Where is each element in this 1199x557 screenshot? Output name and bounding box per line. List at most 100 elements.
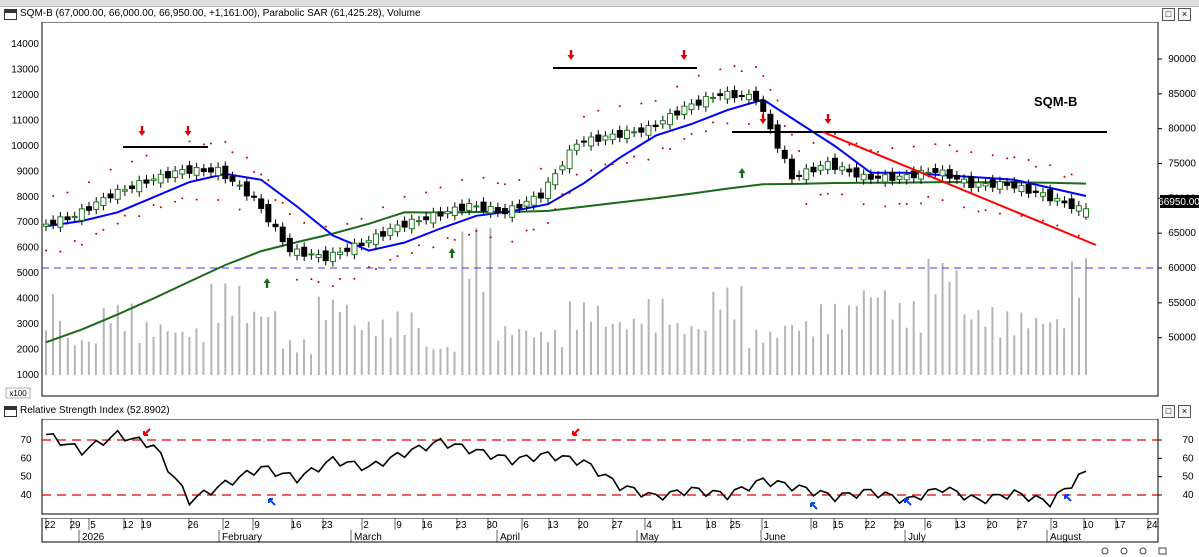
sar-dot xyxy=(676,85,679,88)
candle-body xyxy=(817,165,824,171)
candle-body xyxy=(229,176,236,182)
candle-body xyxy=(78,208,85,221)
candle-body xyxy=(702,96,709,108)
candle-body xyxy=(200,168,207,172)
restore-icon[interactable]: □ xyxy=(1162,8,1175,21)
footer-icons[interactable] xyxy=(1101,547,1167,555)
rsi-chart[interactable]: 70 60 50 40 70 60 50 40 xyxy=(0,419,1199,518)
candle-body xyxy=(774,124,781,149)
candle-body xyxy=(451,206,458,216)
rsi-tick-label-right: 50 xyxy=(1182,472,1194,483)
sar-dot xyxy=(131,160,134,163)
settings-icon xyxy=(1139,547,1147,555)
candle-body xyxy=(1068,198,1075,210)
volume-bar xyxy=(331,299,334,375)
sar-dot xyxy=(1063,175,1066,178)
price-plot-area xyxy=(41,22,1159,397)
sar-dot xyxy=(611,162,614,165)
volume-bar xyxy=(260,316,263,375)
candle-body xyxy=(932,168,939,173)
volume-bar xyxy=(1006,311,1009,375)
last-price-value: 66950.00 xyxy=(1158,197,1199,208)
candle-body xyxy=(50,219,57,225)
volume-bar xyxy=(948,282,951,375)
volume-bar xyxy=(776,337,779,375)
sar-dot xyxy=(934,143,937,146)
day-label: 22 xyxy=(44,520,56,531)
sar-dot xyxy=(776,99,779,102)
close-icon[interactable]: × xyxy=(1178,405,1191,418)
panel-window-icon[interactable] xyxy=(4,406,17,417)
candle-body xyxy=(545,181,552,200)
volume-bar xyxy=(497,340,500,375)
volume-bar xyxy=(210,283,213,375)
volume-tick-label: 3000 xyxy=(17,319,40,330)
volume-bar xyxy=(396,311,399,375)
candle-body xyxy=(831,157,838,170)
candle-body xyxy=(179,169,186,175)
candle-body xyxy=(43,223,49,227)
sar-dot xyxy=(425,191,428,194)
candle-body xyxy=(207,167,214,173)
volume-bar xyxy=(991,307,994,375)
candle-body xyxy=(602,135,609,141)
candle-body xyxy=(961,178,968,184)
day-label: 10 xyxy=(1082,520,1094,531)
candle-body xyxy=(193,167,200,176)
restore-icon[interactable]: □ xyxy=(1162,405,1175,418)
candle-body xyxy=(674,110,681,116)
candle-body xyxy=(121,189,128,192)
candle-body xyxy=(251,195,257,198)
price-tick-label: 50000 xyxy=(1168,333,1196,344)
sar-dot xyxy=(726,122,729,125)
candle-body xyxy=(853,167,860,178)
sar-dot xyxy=(382,206,385,209)
volume-bar xyxy=(389,337,392,375)
day-label: 2 xyxy=(224,520,230,531)
volume-bar xyxy=(826,334,829,375)
volume-bar xyxy=(152,336,155,375)
candle-body xyxy=(265,204,272,223)
candle-body xyxy=(372,233,379,246)
volume-bar xyxy=(748,347,751,375)
candle-body xyxy=(437,211,444,217)
day-label: 20 xyxy=(986,520,998,531)
close-icon[interactable]: × xyxy=(1178,8,1191,21)
day-label: 12 xyxy=(122,520,134,531)
rsi-panel-title: Relative Strength Index (52.8902) xyxy=(20,405,170,416)
volume-bar xyxy=(403,334,406,375)
volume-bar xyxy=(683,333,686,375)
candle-body xyxy=(494,207,501,213)
sar-dot xyxy=(188,140,191,143)
volume-bar xyxy=(955,270,958,375)
candle-body xyxy=(645,125,652,136)
volume-bar xyxy=(891,319,894,375)
volume-bar xyxy=(468,278,471,375)
price-chart[interactable]: 14000 13000 12000 11000 10000 9000 8000 7000 600… xyxy=(0,22,1199,402)
volume-bar xyxy=(52,293,54,375)
candle-body xyxy=(1061,200,1068,204)
volume-bar xyxy=(647,298,650,375)
volume-bar xyxy=(123,331,126,375)
month-label: July xyxy=(908,532,926,543)
candle-body xyxy=(860,173,867,181)
sar-dot xyxy=(1056,224,1059,227)
panel-window-icon[interactable] xyxy=(4,9,17,20)
volume-bar xyxy=(984,326,987,375)
rsi-tick-label-left: 60 xyxy=(20,453,32,464)
volume-bar xyxy=(138,342,141,375)
volume-bar xyxy=(267,317,270,375)
sar-dot xyxy=(575,173,578,176)
candle-body xyxy=(839,166,846,171)
day-label: 6 xyxy=(926,520,932,531)
sar-dot xyxy=(253,170,255,173)
volume-bar xyxy=(869,297,872,375)
sar-dot xyxy=(331,285,334,288)
candle-body xyxy=(401,220,408,228)
sar-dot xyxy=(798,150,801,153)
date-axis: 22 29 5 12 19 26 2 9 16 23 2 9 16 23 30 6 13 20 27 4 11 18 25 1… xyxy=(41,518,1167,555)
sar-dot xyxy=(66,191,69,194)
volume-bar xyxy=(80,340,83,375)
rsi-tick-label-left: 50 xyxy=(20,472,32,483)
volume-bar xyxy=(289,340,292,375)
